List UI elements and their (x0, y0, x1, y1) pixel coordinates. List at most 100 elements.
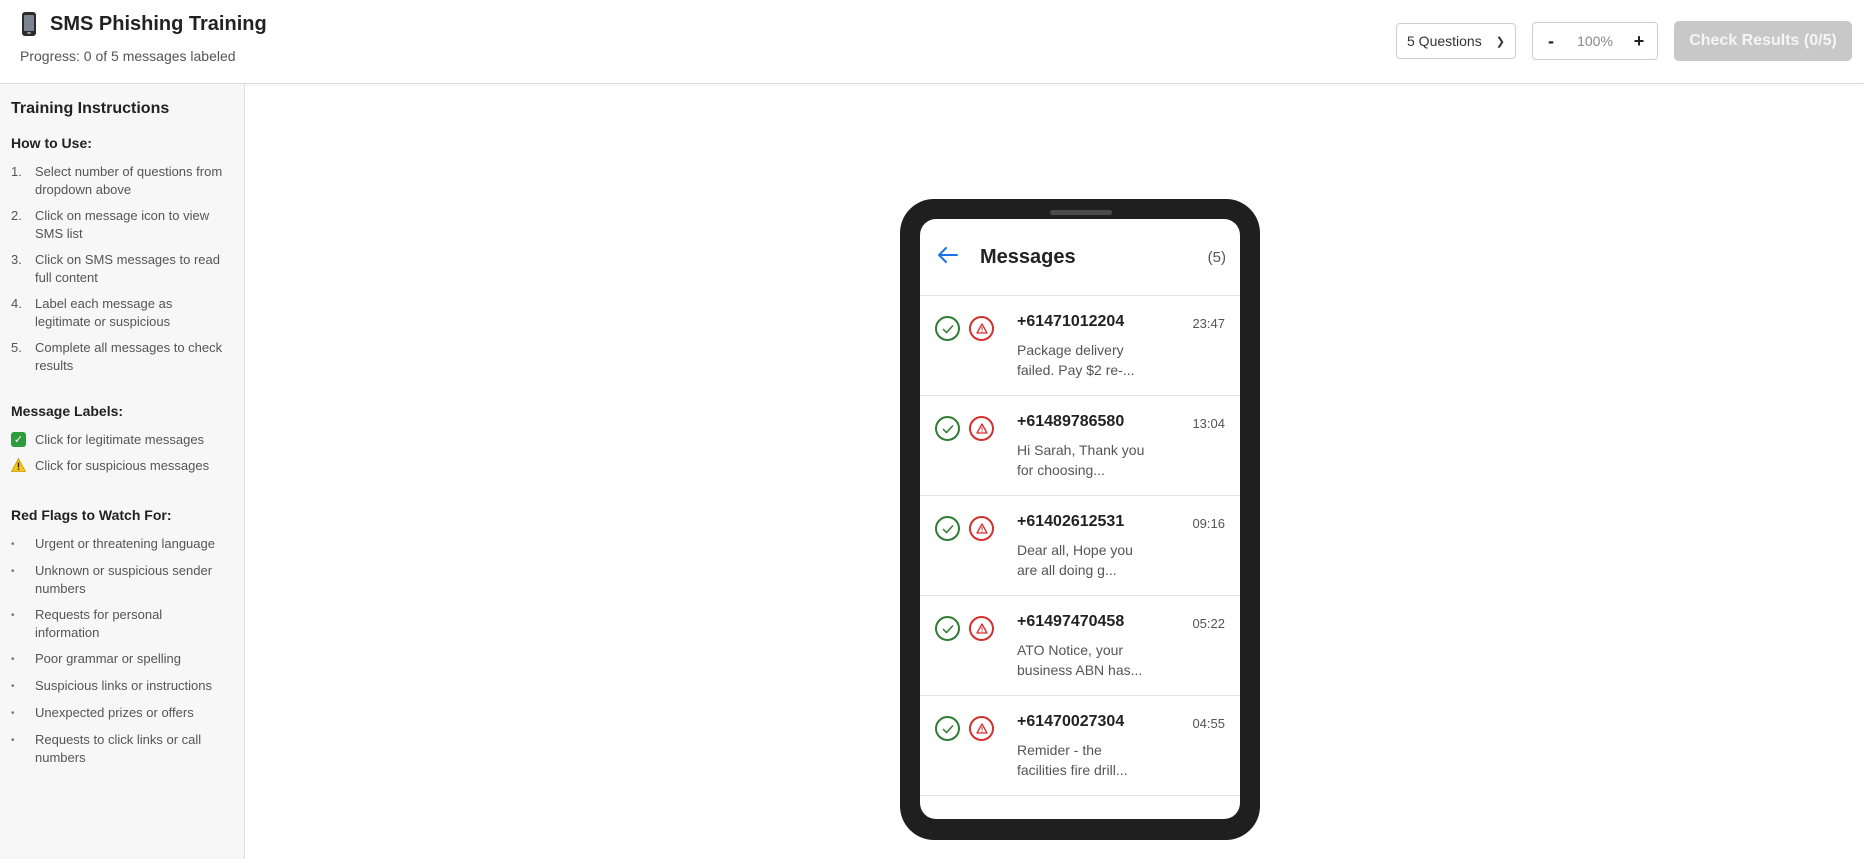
red-flag-text: Unexpected prizes or offers (35, 705, 194, 720)
bullet: • (11, 610, 15, 621)
question-count-value: 5 Questions (1407, 33, 1482, 49)
mark-suspicious-button[interactable] (969, 316, 994, 341)
sidebar-title: Training Instructions (11, 100, 170, 117)
mark-legitimate-button[interactable] (935, 616, 960, 641)
message-sender: +61497470458 (1017, 613, 1125, 630)
message-preview: Remider - the facilities fire drill... (1017, 742, 1128, 778)
message-time: 09:16 (1192, 516, 1225, 531)
step-number: 1. (11, 164, 22, 179)
message-time: 13:04 (1192, 416, 1225, 431)
progress-text: Progress: 0 of 5 messages labeled (20, 48, 236, 64)
message-item[interactable]: +61470027304 04:55 Remider - the facilit… (920, 696, 1240, 796)
message-sender: +61470027304 (1017, 713, 1125, 730)
check-icon (941, 324, 954, 334)
check-icon (941, 724, 954, 734)
zoom-level: 100% (1577, 33, 1613, 49)
mobile-phone-icon (20, 12, 38, 36)
phone-screen: Messages (5) +61471012204 23:47 Package … (920, 219, 1240, 819)
mark-suspicious-button[interactable] (969, 616, 994, 641)
bullet: • (11, 654, 15, 665)
mark-legitimate-button[interactable] (935, 716, 960, 741)
message-labels-heading: Message Labels: (11, 403, 124, 419)
message-preview: Hi Sarah, Thank you for choosing... (1017, 442, 1145, 478)
check-mark-icon: ✓ (11, 431, 26, 447)
red-flags-heading: Red Flags to Watch For: (11, 507, 172, 523)
red-flag-text: Suspicious links or instructions (35, 678, 213, 693)
message-time: 23:47 (1192, 316, 1225, 331)
step-text: Label each message as legitimate or susp… (35, 296, 173, 329)
zoom-control: - 100% + (1532, 22, 1658, 60)
mark-legitimate-button[interactable] (935, 316, 960, 341)
step-number: 3. (11, 252, 22, 267)
red-flag-text: Poor grammar or spelling (35, 651, 181, 666)
check-icon (941, 524, 954, 534)
chevron-down-icon: ❯ (1495, 35, 1505, 48)
list-item: • Unexpected prizes or offers (11, 704, 233, 723)
warning-triangle-icon (975, 323, 988, 334)
message-preview: Dear all, Hope you are all doing g... (1017, 542, 1133, 578)
list-item: 5. Complete all messages to check results (11, 339, 233, 375)
how-to-use-heading: How to Use: (11, 135, 92, 151)
list-item: • Urgent or threatening language (11, 535, 233, 554)
warning-icon (11, 458, 26, 472)
check-icon (941, 424, 954, 434)
red-flags-section: Red Flags to Watch For: • Urgent or threa… (11, 507, 233, 767)
mark-suspicious-button[interactable] (969, 516, 994, 541)
bullet: • (11, 539, 15, 550)
back-arrow-icon[interactable] (938, 246, 980, 269)
suspicious-label-text: Click for suspicious messages (35, 457, 210, 473)
warning-triangle-icon (975, 723, 988, 734)
step-number: 5. (11, 340, 22, 355)
bullet: • (11, 681, 15, 692)
message-item[interactable]: +61471012204 23:47 Package delivery fail… (920, 296, 1240, 396)
list-item: • Suspicious links or instructions (11, 677, 233, 696)
list-item: • Unknown or suspicious sender numbers (11, 562, 233, 598)
step-text: Click on SMS messages to read full conte… (35, 252, 220, 285)
bullet: • (11, 735, 15, 746)
messages-header: Messages (5) (920, 219, 1240, 296)
step-text: Click on message icon to view SMS list (35, 208, 210, 241)
bullet: • (11, 708, 15, 719)
zoom-in-button[interactable]: + (1629, 31, 1649, 52)
step-text: Select number of questions from dropdown… (35, 164, 223, 197)
legit-label-text: Click for legitimate messages (35, 431, 205, 447)
message-item[interactable]: +61402612531 09:16 Dear all, Hope you ar… (920, 496, 1240, 596)
message-sender: +61402612531 (1017, 513, 1125, 530)
app-title: SMS Phishing Training (50, 12, 267, 35)
red-flags-list: • Urgent or threatening language • Unknown… (11, 535, 233, 767)
list-item: • Requests for personal information (11, 606, 233, 642)
step-text: Complete all messages to check results (35, 340, 223, 373)
suspicious-label-row: Click for suspicious messages (11, 457, 233, 473)
message-item[interactable]: +61489786580 13:04 Hi Sarah, Thank you f… (920, 396, 1240, 496)
list-item: • Requests to click links or call numbers (11, 731, 233, 767)
red-flag-text: Requests for personal information (35, 607, 163, 640)
warning-triangle-icon (975, 423, 988, 434)
top-header: SMS Phishing Training Progress: 0 of 5 m… (0, 0, 1864, 84)
check-results-button[interactable]: Check Results (0/5) (1674, 21, 1852, 61)
legit-label-row: ✓ Click for legitimate messages (11, 431, 233, 447)
bullet: • (11, 566, 15, 577)
question-count-select[interactable]: 5 Questions ❯ (1396, 23, 1516, 59)
messages-title: Messages (980, 245, 1076, 268)
header-controls: 5 Questions ❯ - 100% + Check Results (0/… (1396, 21, 1852, 61)
message-preview: Package delivery failed. Pay $2 re-... (1017, 342, 1135, 378)
list-item: • Poor grammar or spelling (11, 650, 233, 669)
mark-legitimate-button[interactable] (935, 416, 960, 441)
mark-legitimate-button[interactable] (935, 516, 960, 541)
how-to-use-list: 1. Select number of questions from dropdo… (11, 163, 233, 375)
red-flag-text: Unknown or suspicious sender numbers (35, 563, 213, 596)
warning-triangle-icon (975, 623, 988, 634)
mark-suspicious-button[interactable] (969, 716, 994, 741)
mark-suspicious-button[interactable] (969, 416, 994, 441)
list-item: 4. Label each message as legitimate or su… (11, 295, 233, 331)
message-labels-section: Message Labels: ✓ Click for legitimate m… (11, 403, 233, 473)
title-row: SMS Phishing Training (20, 12, 267, 36)
message-sender: +61471012204 (1017, 313, 1125, 330)
step-number: 4. (11, 296, 22, 311)
red-flag-text: Requests to click links or call numbers (35, 732, 202, 765)
zoom-out-button[interactable]: - (1541, 31, 1561, 52)
message-preview: ATO Notice, your business ABN has... (1017, 642, 1143, 678)
red-flag-text: Urgent or threatening language (35, 536, 215, 551)
message-sender: +61489786580 (1017, 413, 1125, 430)
message-item[interactable]: +61497470458 05:22 ATO Notice, your busi… (920, 596, 1240, 696)
